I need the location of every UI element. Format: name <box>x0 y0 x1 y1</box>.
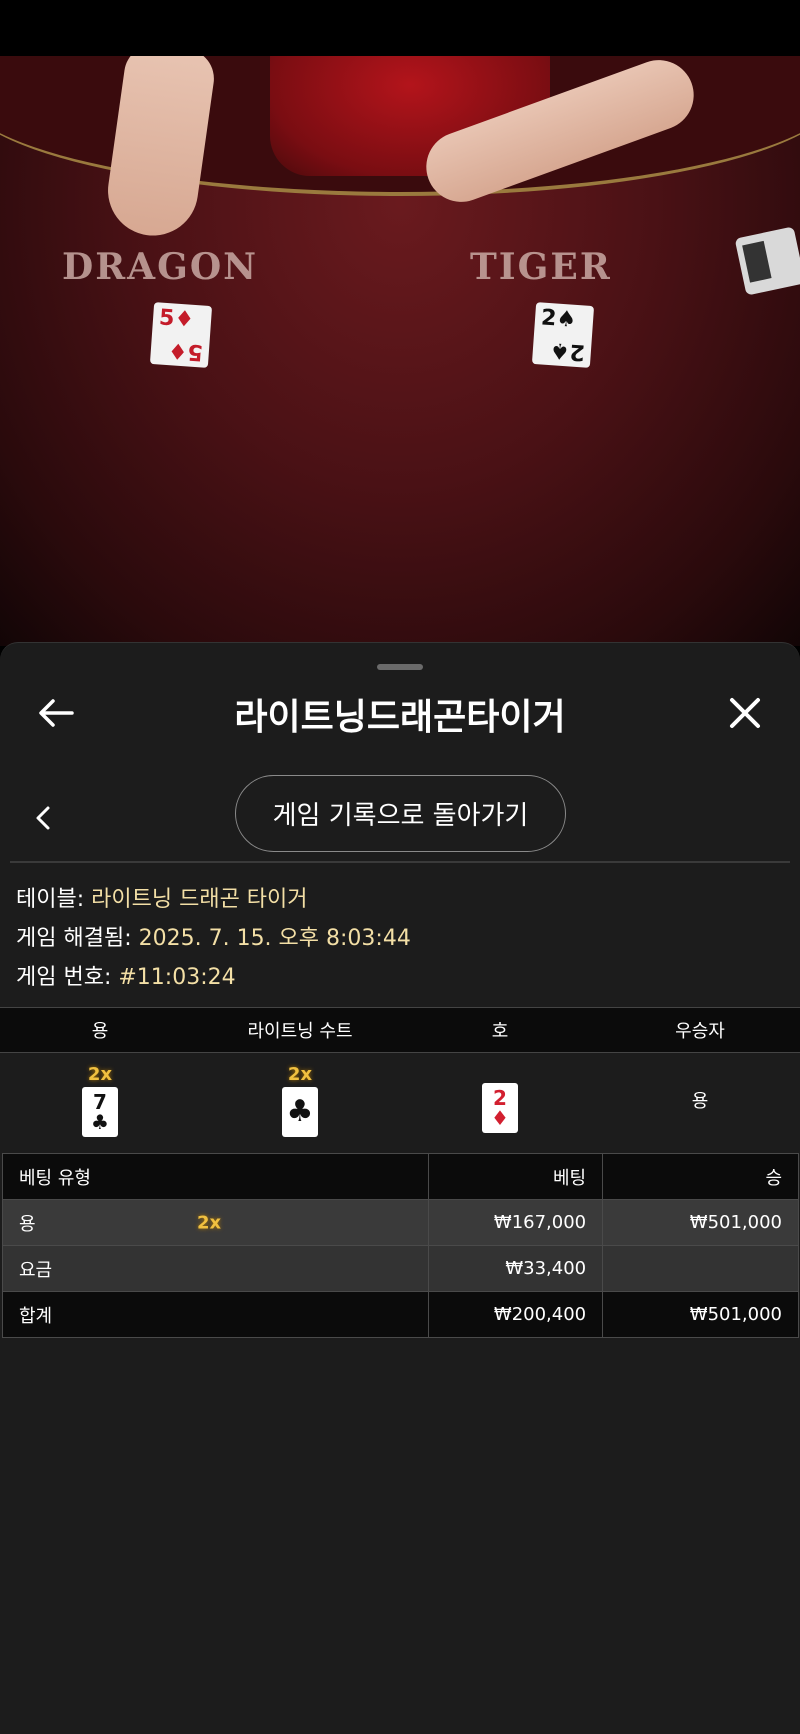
back-to-history-button[interactable]: 게임 기록으로 돌아가기 <box>235 775 566 852</box>
lightning-suit-cell: 2x ♣ <box>200 1053 400 1147</box>
table-info-value: 라이트닝 드래곤 타이거 <box>91 887 308 912</box>
divider <box>10 861 790 863</box>
tiger-label: TIGER <box>470 246 612 288</box>
card-shoe <box>734 226 800 296</box>
table-info-label: 테이블: <box>16 887 92 912</box>
header-tiger: 호 <box>491 1021 509 1042</box>
chevron-left-icon <box>36 806 50 830</box>
close-icon <box>730 698 760 728</box>
dragon-result-cell: 2x 7 ♣ <box>0 1053 200 1147</box>
bet-amount-cell: ₩33,400 <box>428 1245 604 1292</box>
game-number-label: 게임 번호: <box>16 965 119 990</box>
dragon-label: DRAGON <box>62 246 259 288</box>
live-video: DRAGON TIGER 5♦ 5♦ 2♠ 2♠ <box>0 56 800 646</box>
bet-header: 베팅 <box>428 1153 604 1200</box>
bet-amount-cell: ₩200,400 <box>428 1291 604 1338</box>
table-info: 테이블: 라이트닝 드래곤 타이거 <box>16 881 308 913</box>
bet-type-cell: 합계 <box>1 1291 430 1338</box>
close-button[interactable] <box>725 693 765 733</box>
win-header: 승 <box>602 1153 799 1200</box>
bet-multiplier: 2x <box>197 1212 222 1233</box>
game-number-info: 게임 번호: #11:03:24 <box>16 959 236 991</box>
table-row: 용 2x ₩167,000 ₩501,000 <box>1 1199 799 1246</box>
tiger-result-cell: 2 ♦ <box>400 1053 600 1147</box>
win-amount-cell <box>602 1245 799 1292</box>
dragon-card: 7 ♣ <box>82 1086 118 1137</box>
dragon-table-card: 5♦ 5♦ <box>149 302 213 368</box>
round-result-row: 2x 7 ♣ 2x ♣ 2 ♦ 용 <box>0 1053 800 1147</box>
tiger-card: 2 ♦ <box>482 1083 518 1133</box>
sheet-drag-handle[interactable] <box>377 664 423 670</box>
game-history-sheet: 라이트닝드래곤타이거 게임 기록으로 돌아가기 테이블: 라이트닝 드래곤 타이… <box>0 642 800 1734</box>
lightning-suit-multiplier: 2x <box>287 1063 313 1085</box>
round-result-header: 용 라이트닝 수트 호 우승자 <box>0 1007 800 1053</box>
resolved-info-value: 2025. 7. 15. 오후 8:03:44 <box>138 926 411 951</box>
bets-table: 베팅 유형 베팅 승 용 2x ₩167,000 ₩501,000 요금 ₩33… <box>1 1153 799 1338</box>
bet-type-header: 베팅 유형 <box>1 1153 430 1200</box>
resolved-info-label: 게임 해결됨: <box>16 926 139 951</box>
header-dragon: 용 <box>91 1021 109 1042</box>
bet-type-cell: 용 2x <box>1 1199 430 1246</box>
lightning-suit-card: ♣ <box>282 1086 318 1137</box>
table-row: 요금 ₩33,400 <box>1 1245 799 1292</box>
win-amount-cell: ₩501,000 <box>602 1291 799 1338</box>
header-winner: 우승자 <box>675 1021 725 1042</box>
tiger-table-card: 2♠ 2♠ <box>531 302 595 368</box>
bet-amount-cell: ₩167,000 <box>428 1199 604 1246</box>
bets-header-row: 베팅 유형 베팅 승 <box>1 1153 799 1200</box>
previous-game-button[interactable] <box>28 798 58 838</box>
win-amount-cell: ₩501,000 <box>602 1199 799 1246</box>
header-lightning-suit: 라이트닝 수트 <box>247 1021 353 1042</box>
winner-value: 용 <box>691 1091 709 1112</box>
resolved-info: 게임 해결됨: 2025. 7. 15. 오후 8:03:44 <box>16 920 411 952</box>
dragon-multiplier: 2x <box>87 1063 113 1085</box>
table-row-total: 합계 ₩200,400 ₩501,000 <box>1 1291 799 1338</box>
page-title: 라이트닝드래곤타이거 <box>234 697 566 738</box>
game-number-value: #11:03:24 <box>118 965 236 990</box>
bet-type-cell: 요금 <box>1 1245 430 1292</box>
